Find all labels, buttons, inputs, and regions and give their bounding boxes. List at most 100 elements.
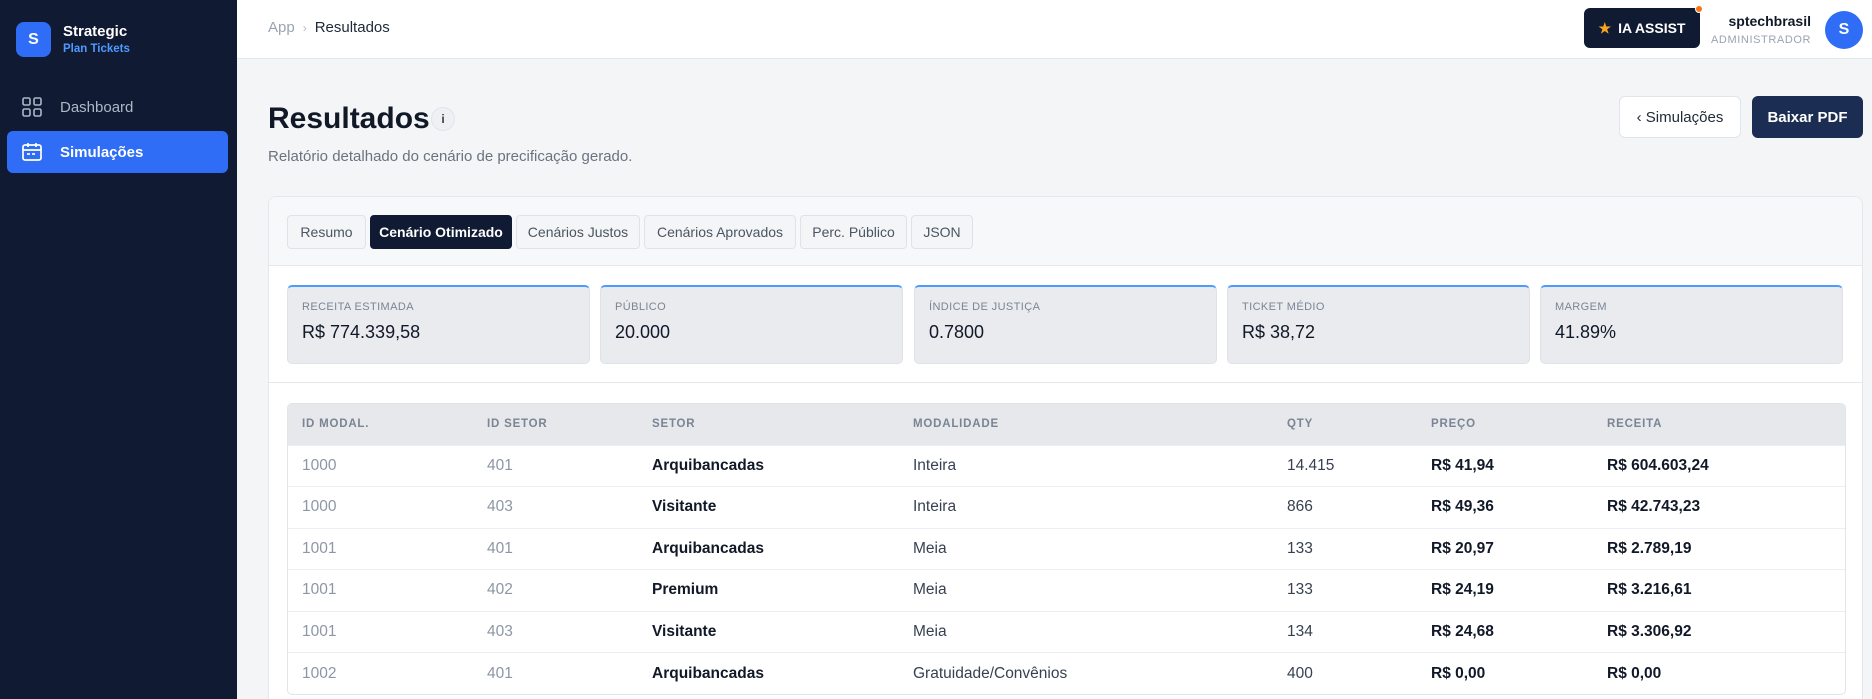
metric-value: R$ 774.339,58 <box>302 322 421 342</box>
column-header-qty[interactable]: QTY <box>1273 404 1417 445</box>
metric-label: MARGEM <box>1555 301 1607 313</box>
metric-value: R$ 38,72 <box>1242 322 1316 342</box>
cell-modalidade: Meia <box>913 581 947 599</box>
cell-modalidade: Inteira <box>913 498 957 516</box>
ia-assist-button[interactable]: ★ IA ASSIST <box>1584 5 1703 48</box>
column-header-id-modal[interactable]: ID MODAL. <box>288 404 473 445</box>
table-row: 1002 401 Arquibancadas Gratuidade/Convên… <box>288 652 1845 695</box>
cell-receita: R$ 604.603,24 <box>1607 456 1709 474</box>
cell-id-modal: 1000 <box>302 498 337 516</box>
tab-cenarios-justos[interactable]: Cenários Justos <box>516 215 640 249</box>
user-info[interactable]: sptechbrasil ADMINISTRADOR <box>1711 12 1811 48</box>
cell-modalidade: Meia <box>913 539 947 557</box>
cell-setor: Arquibancadas <box>652 664 764 682</box>
sidebar-item-label: Dashboard <box>60 98 134 116</box>
grid-icon <box>21 96 43 118</box>
cell-id-setor: 401 <box>487 664 513 682</box>
cell-qty: 133 <box>1287 581 1313 599</box>
cell-qty: 14.415 <box>1287 456 1335 474</box>
metric-card-indice-justica: ÍNDICE DE JUSTIÇA 0.7800 <box>914 285 1217 364</box>
cell-id-setor: 403 <box>487 498 513 516</box>
metric-card-ticket-medio: TICKET MÉDIO R$ 38,72 <box>1227 285 1530 364</box>
column-header-modalidade[interactable]: MODALIDADE <box>899 404 1273 445</box>
cell-modalidade: Inteira <box>913 456 957 474</box>
cell-receita: R$ 2.789,19 <box>1607 539 1692 557</box>
topbar: App › Resultados ★ IA ASSIST sptechbrasi… <box>237 0 1872 59</box>
metric-value: 41.89% <box>1555 322 1617 342</box>
tabs-bar: Resumo Cenário Otimizado Cenários Justos… <box>269 197 1862 266</box>
cell-setor: Arquibancadas <box>652 456 764 474</box>
column-header-setor[interactable]: SETOR <box>638 404 899 445</box>
column-header-receita[interactable]: RECEITA <box>1593 404 1845 445</box>
sidebar: S Strategic Plan Tickets Dashboard Simul… <box>0 0 237 699</box>
metric-value: 0.7800 <box>929 322 985 342</box>
cell-id-setor: 401 <box>487 539 513 557</box>
cell-preco: R$ 24,68 <box>1431 622 1494 640</box>
tab-resumo[interactable]: Resumo <box>287 215 366 249</box>
results-card: Resumo Cenário Otimizado Cenários Justos… <box>268 196 1863 699</box>
brand-subtitle: Plan Tickets <box>63 42 130 55</box>
cell-preco: R$ 0,00 <box>1431 664 1486 682</box>
back-to-simulacoes-button[interactable]: ‹ Simulações <box>1619 96 1741 138</box>
notification-dot <box>1695 5 1703 13</box>
tab-perc-publico[interactable]: Perc. Público <box>800 215 907 249</box>
table-row: 1001 402 Premium Meia 133 R$ 24,19 R$ 3.… <box>288 569 1845 612</box>
info-icon[interactable]: i <box>431 107 455 131</box>
user-role: ADMINISTRADOR <box>1711 34 1812 46</box>
cell-receita: R$ 3.216,61 <box>1607 581 1692 599</box>
breadcrumb-separator: › <box>302 20 307 35</box>
page-title: Resultados <box>268 102 430 135</box>
cell-preco: R$ 20,97 <box>1431 539 1494 557</box>
avatar[interactable]: S <box>1825 11 1863 49</box>
tab-cenario-otimizado[interactable]: Cenário Otimizado <box>370 215 512 249</box>
table-row: 1001 403 Visitante Meia 134 R$ 24,68 R$ … <box>288 611 1845 653</box>
cell-id-setor: 402 <box>487 581 513 599</box>
sidebar-item-simulacoes[interactable]: Simulações <box>7 131 228 173</box>
cell-setor: Premium <box>652 581 719 599</box>
metric-label: PÚBLICO <box>615 301 667 313</box>
cell-id-modal: 1001 <box>302 581 337 599</box>
breadcrumb-root[interactable]: App <box>268 19 295 36</box>
cell-receita: R$ 3.306,92 <box>1607 622 1692 640</box>
download-pdf-button[interactable]: Baixar PDF <box>1752 96 1863 138</box>
metric-label: ÍNDICE DE JUSTIÇA <box>929 301 1041 313</box>
cell-id-modal: 1002 <box>302 664 337 682</box>
metrics-area: RECEITA ESTIMADA R$ 774.339,58 PÚBLICO 2… <box>269 267 1862 383</box>
cell-id-modal: 1001 <box>302 622 337 640</box>
metric-card-publico: PÚBLICO 20.000 <box>600 285 903 364</box>
cell-setor: Visitante <box>652 622 717 640</box>
cell-id-setor: 401 <box>487 456 513 474</box>
sidebar-item-dashboard[interactable]: Dashboard <box>7 86 228 128</box>
brand[interactable]: S Strategic Plan Tickets <box>16 22 130 57</box>
cell-id-setor: 403 <box>487 622 513 640</box>
metric-card-margem: MARGEM 41.89% <box>1540 285 1843 364</box>
cell-preco: R$ 41,94 <box>1431 456 1494 474</box>
cell-preco: R$ 49,36 <box>1431 498 1494 516</box>
brand-text: Strategic Plan Tickets <box>63 23 130 57</box>
metric-card-receita: RECEITA ESTIMADA R$ 774.339,58 <box>287 285 590 364</box>
cell-qty: 866 <box>1287 498 1313 516</box>
cell-modalidade: Meia <box>913 622 947 640</box>
tab-cenarios-aprovados[interactable]: Cenários Aprovados <box>644 215 796 249</box>
metric-label: RECEITA ESTIMADA <box>302 301 414 313</box>
table-row: 1001 401 Arquibancadas Meia 133 R$ 20,97… <box>288 528 1845 570</box>
cell-setor: Arquibancadas <box>652 539 764 557</box>
cell-id-modal: 1000 <box>302 456 337 474</box>
column-header-preco[interactable]: PREÇO <box>1417 404 1593 445</box>
table-header-row: ID MODAL. ID SETOR SETOR MODALIDADE QTY … <box>288 404 1845 445</box>
cell-modalidade: Gratuidade/Convênios <box>913 664 1068 682</box>
table-row: 1000 403 Visitante Inteira 866 R$ 49,36 … <box>288 486 1845 529</box>
cell-preco: R$ 24,19 <box>1431 581 1494 599</box>
column-header-id-setor[interactable]: ID SETOR <box>473 404 638 445</box>
results-table-wrapper: ID MODAL. ID SETOR SETOR MODALIDADE QTY … <box>287 403 1846 695</box>
cell-receita: R$ 42.743,23 <box>1607 498 1701 516</box>
tab-json[interactable]: JSON <box>911 215 973 249</box>
table-row: 1000 401 Arquibancadas Inteira 14.415 R$… <box>288 445 1845 487</box>
cell-receita: R$ 0,00 <box>1607 664 1662 682</box>
brand-logo: S <box>16 22 51 57</box>
metric-label: TICKET MÉDIO <box>1242 301 1325 313</box>
calendar-icon <box>21 141 43 163</box>
brand-name: Strategic <box>63 22 128 40</box>
cell-setor: Visitante <box>652 498 717 516</box>
star-icon: ★ <box>1598 19 1612 36</box>
